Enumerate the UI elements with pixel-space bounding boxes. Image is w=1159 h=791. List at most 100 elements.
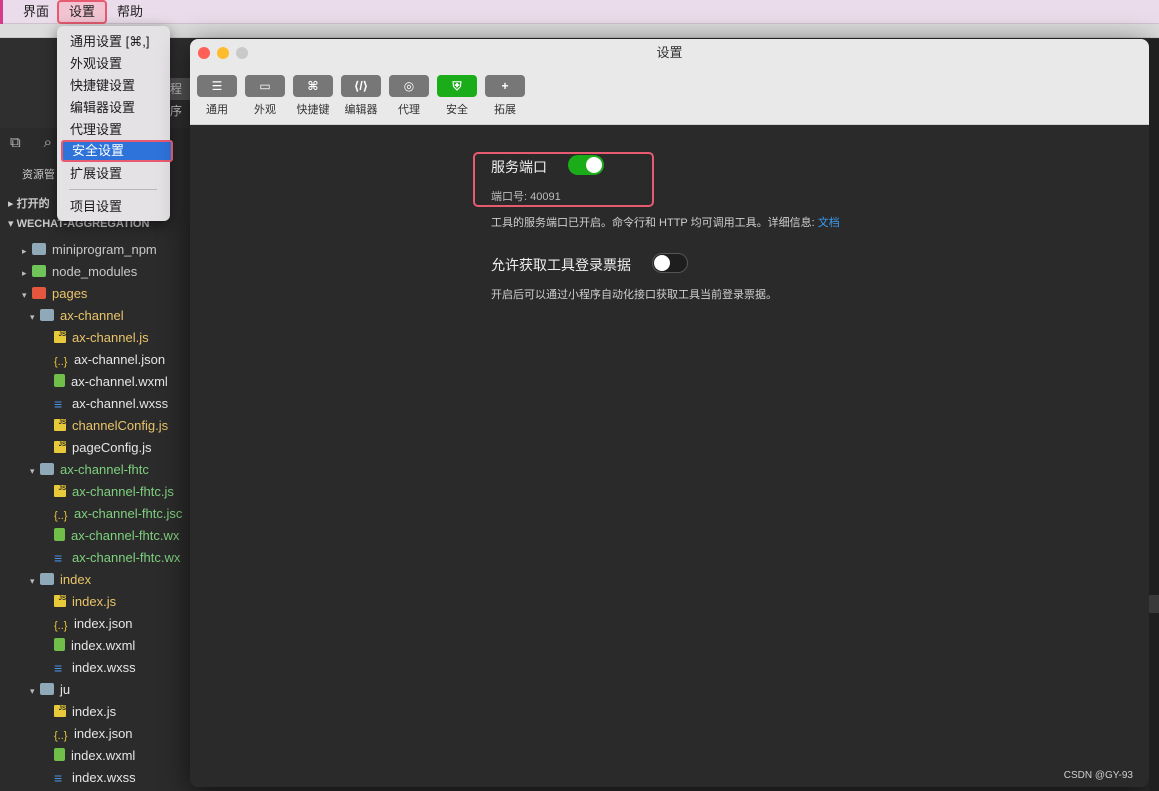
json-file-icon: {..} xyxy=(54,510,68,522)
menu-item-shortcuts[interactable]: 快捷键设置 xyxy=(61,75,166,97)
tab-appearance-label: 外观 xyxy=(254,104,276,116)
tree-file[interactable]: index.wxml xyxy=(0,745,190,767)
tree-item-label: ax-channel-fhtc.js xyxy=(72,484,174,499)
js-file-icon xyxy=(54,415,66,434)
tree-item-label: ax-channel-fhtc.wx xyxy=(71,528,180,543)
menu-item-project[interactable]: 项目设置 xyxy=(61,196,166,218)
files-icon[interactable]: ⧉ xyxy=(10,134,26,151)
tree-folder[interactable]: ▸ miniprogram_npm xyxy=(0,239,190,261)
tree-file[interactable]: {..} index.json xyxy=(0,613,190,635)
menu-help[interactable]: 帮助 xyxy=(107,0,153,24)
tree-file[interactable]: ax-channel-fhtc.wx xyxy=(0,525,190,547)
menu-item-appearance[interactable]: 外观设置 xyxy=(61,53,166,75)
menu-item-proxy[interactable]: 代理设置 xyxy=(61,119,166,141)
menu-item-general[interactable]: 通用设置 [⌘,] xyxy=(61,31,166,53)
docs-link[interactable]: 文档 xyxy=(818,217,840,229)
js-file-icon xyxy=(54,437,66,456)
folder-icon xyxy=(32,243,46,255)
zoom-button[interactable] xyxy=(236,47,248,59)
tree-file[interactable]: ≡ ax-channel-fhtc.wx xyxy=(0,547,190,569)
tree-file[interactable]: index.js xyxy=(0,591,190,613)
tree-folder[interactable]: ▾ ax-channel xyxy=(0,305,190,327)
tree-item-label: ax-channel-fhtc xyxy=(60,462,149,477)
tree-item-label: pageConfig.js xyxy=(72,440,152,455)
tree-folder[interactable]: ▾ index xyxy=(0,569,190,591)
tab-appearance[interactable]: ▭ 外观 xyxy=(245,75,285,117)
tree-item-label: index.wxml xyxy=(71,748,136,763)
tree-folder[interactable]: ▾ pages xyxy=(0,283,190,305)
tree-item-label: index.wxml xyxy=(71,638,136,653)
tree-file[interactable]: pageConfig.js xyxy=(0,437,190,459)
window-icon: ▭ xyxy=(245,75,285,97)
login-ticket-description: 开启后可以通过小程序自动化接口获取工具当前登录票据。 xyxy=(491,289,777,301)
chevron-down-icon[interactable]: ▾ xyxy=(30,680,40,701)
tree-item-label: index.json xyxy=(74,726,133,741)
tab-shortcuts-label: 快捷键 xyxy=(296,104,330,116)
port-number: 端口号: 40091 xyxy=(491,191,561,203)
wxml-file-icon xyxy=(54,528,65,541)
settings-window: 设置 ☰ 通用 ▭ 外观 ⌘ 快捷键 ⟨/⟩ 编辑器 ◎ 代理 ⛨ 安全 + 拓… xyxy=(190,39,1149,787)
service-port-description: 工具的服务端口已开启。命令行和 HTTP 均可调用工具。详细信息: 文档 xyxy=(491,214,840,230)
chevron-down-icon[interactable]: ▾ xyxy=(30,306,40,327)
settings-toolbar: ☰ 通用 ▭ 外观 ⌘ 快捷键 ⟨/⟩ 编辑器 ◎ 代理 ⛨ 安全 + 拓展 xyxy=(190,67,1149,125)
chevron-down-icon[interactable]: ▾ xyxy=(30,570,40,591)
tree-file[interactable]: index.js xyxy=(0,701,190,723)
chevron-right-icon[interactable]: ▸ xyxy=(22,240,32,261)
chevron-down-icon[interactable]: ▾ xyxy=(30,460,40,481)
open-editors-section[interactable]: ▸ 打开的 xyxy=(8,195,50,211)
folder-icon xyxy=(40,573,54,585)
tab-shortcuts[interactable]: ⌘ 快捷键 xyxy=(293,75,333,117)
chevron-right-icon[interactable]: ▸ xyxy=(22,262,32,283)
tree-item-label: ax-channel-fhtc.wx xyxy=(72,550,181,565)
settings-content: 服务端口 端口号: 40091 工具的服务端口已开启。命令行和 HTTP 均可调… xyxy=(190,125,1149,787)
tab-proxy[interactable]: ◎ 代理 xyxy=(389,75,429,117)
tree-folder[interactable]: ▸ node_modules xyxy=(0,261,190,283)
tree-file[interactable]: {..} ax-channel-fhtc.jsc xyxy=(0,503,190,525)
folder-icon xyxy=(32,265,46,277)
close-button[interactable] xyxy=(198,47,210,59)
ide-top-strip xyxy=(0,24,1159,38)
menu-settings[interactable]: 设置 xyxy=(57,0,108,24)
tree-file[interactable]: ax-channel-fhtc.js xyxy=(0,481,190,503)
folder-icon xyxy=(40,683,54,695)
json-file-icon: {..} xyxy=(54,356,68,368)
tree-file[interactable]: {..} ax-channel.json xyxy=(0,349,190,371)
wxml-file-icon xyxy=(54,374,65,387)
command-icon: ⌘ xyxy=(293,75,333,97)
tree-item-label: index.json xyxy=(74,616,133,631)
menu-item-security[interactable]: 安全设置 xyxy=(61,140,173,162)
tree-file[interactable]: ≡ index.wxss xyxy=(0,657,190,679)
menu-item-extensions[interactable]: 扩展设置 xyxy=(61,163,166,185)
json-file-icon: {..} xyxy=(54,730,68,742)
menu-interface[interactable]: 界面 xyxy=(13,0,59,24)
wxss-file-icon: ≡ xyxy=(54,550,63,566)
tree-file[interactable]: ≡ ax-channel.wxss xyxy=(0,393,190,415)
tab-proxy-label: 代理 xyxy=(398,104,420,116)
explorer-title: 资源管 xyxy=(22,169,55,181)
tree-file[interactable]: ≡ index.wxss xyxy=(0,767,190,789)
tree-item-label: ax-channel.wxml xyxy=(71,374,168,389)
tree-item-label: ax-channel.js xyxy=(72,330,149,345)
tab-extensions[interactable]: + 拓展 xyxy=(485,75,525,117)
tree-file[interactable]: ax-channel.wxml xyxy=(0,371,190,393)
scrollbar-thumb[interactable] xyxy=(1149,595,1159,613)
minimize-button[interactable] xyxy=(217,47,229,59)
tree-folder[interactable]: ▾ ju xyxy=(0,679,190,701)
service-port-toggle[interactable] xyxy=(568,155,604,175)
menu-item-editor[interactable]: 编辑器设置 xyxy=(61,97,166,119)
tab-editor[interactable]: ⟨/⟩ 编辑器 xyxy=(341,75,381,117)
tab-security-label: 安全 xyxy=(446,104,468,116)
tree-file[interactable]: ax-channel.js xyxy=(0,327,190,349)
login-ticket-toggle[interactable] xyxy=(652,253,688,273)
tree-item-label: index.js xyxy=(72,594,117,609)
tab-general[interactable]: ☰ 通用 xyxy=(197,75,237,117)
tree-folder[interactable]: ▾ ax-channel-fhtc xyxy=(0,459,190,481)
tab-editor-label: 编辑器 xyxy=(344,104,378,116)
wxss-file-icon: ≡ xyxy=(54,396,63,412)
service-port-title: 服务端口 xyxy=(491,159,547,175)
tab-security[interactable]: ⛨ 安全 xyxy=(437,75,477,117)
tree-file[interactable]: index.wxml xyxy=(0,635,190,657)
chevron-down-icon[interactable]: ▾ xyxy=(22,284,32,305)
tree-file[interactable]: channelConfig.js xyxy=(0,415,190,437)
tree-file[interactable]: {..} index.json xyxy=(0,723,190,745)
